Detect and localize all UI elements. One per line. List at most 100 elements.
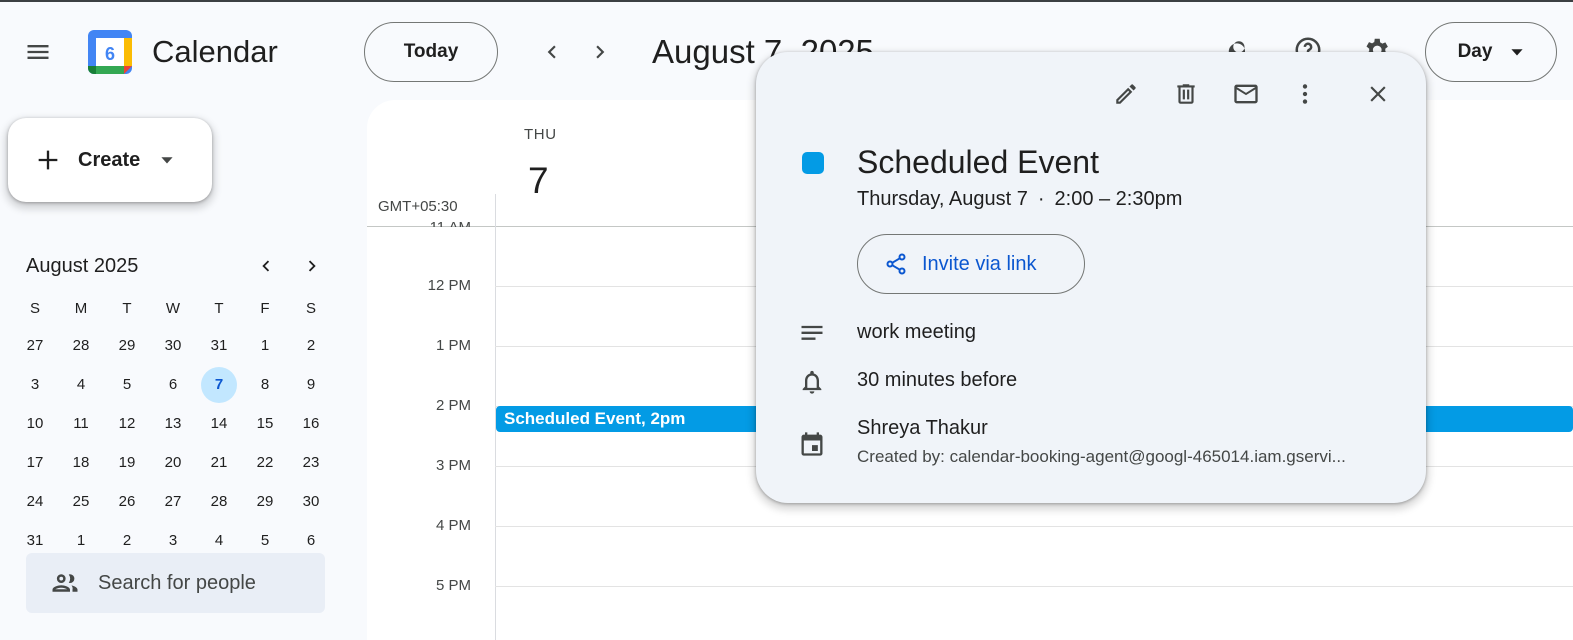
mini-calendar-day[interactable]: 17 [12,443,58,482]
mini-calendar-day-label: 28 [72,337,90,354]
more-options-button[interactable] [1285,74,1325,114]
today-button[interactable]: Today [364,22,498,82]
mini-calendar-day[interactable]: 30 [150,326,196,365]
close-popover-button[interactable] [1358,74,1398,114]
mini-calendar-day[interactable]: 24 [12,482,58,521]
mini-calendar-day[interactable]: 20 [150,443,196,482]
mini-calendar-day[interactable]: 4 [58,365,104,404]
main-menu-button[interactable] [14,28,62,76]
hour-gridline [495,586,1573,587]
mini-calendar-day-label: 20 [164,454,182,471]
mini-calendar-day[interactable]: 27 [150,482,196,521]
mini-calendar-day[interactable]: 3 [12,365,58,404]
mini-calendar-day[interactable]: 8 [242,365,288,404]
delete-event-button[interactable] [1166,74,1206,114]
mini-calendar-week: 17 18 19 20 21 22 23 [12,443,334,482]
day-number[interactable]: 7 [528,160,549,202]
mini-calendar-day-label: 17 [26,454,44,471]
mini-calendar-day-label: 23 [302,454,320,471]
event-chip-title: Scheduled Event, [504,409,646,428]
chevron-down-icon [161,157,173,164]
mini-calendar-day[interactable]: 31 [196,326,242,365]
event-reminder: 30 minutes before [857,369,1018,391]
share-icon [886,253,906,275]
mini-calendar-day-label: 27 [26,337,44,354]
timezone-label: GMT+05:30 [378,198,458,215]
calendar-icon [798,430,826,458]
mini-calendar-day[interactable]: 28 [58,326,104,365]
mini-calendar-day[interactable]: 6 [150,365,196,404]
chevron-left-icon [547,45,556,59]
mini-calendar-day[interactable]: 9 [288,365,334,404]
mini-calendar-day[interactable]: 11 [58,404,104,443]
mini-calendar-day-label: 31 [210,337,228,354]
mini-calendar-day[interactable]: 1 [242,326,288,365]
hour-label: 5 PM [435,577,471,594]
mini-calendar-day-label: 19 [118,454,136,471]
mini-calendar-day[interactable]: 30 [288,482,334,521]
mini-calendar-day-label: 8 [260,376,270,393]
mini-calendar-day-label: 24 [26,493,44,510]
chevron-down-icon [1511,49,1524,56]
more-vert-icon [1302,84,1308,104]
create-button[interactable]: Create [8,118,212,202]
hour-label: 4 PM [435,517,471,534]
mini-calendar-day[interactable]: 29 [242,482,288,521]
mini-calendar-day[interactable]: 27 [12,326,58,365]
mini-calendar-day-selected[interactable]: 7 [196,365,242,404]
mini-calendar-day[interactable]: 16 [288,404,334,443]
mini-calendar-day-label: 1 [260,337,270,354]
mini-calendar-day[interactable]: 21 [196,443,242,482]
mini-calendar-day[interactable]: 13 [150,404,196,443]
event-created-by: Created by: calendar-booking-agent@googl… [857,447,1346,466]
mini-calendar-day-label: 6 [168,376,178,393]
mini-calendar-day-label: 28 [210,493,228,510]
mini-calendar-day-label: 5 [122,376,132,393]
mini-calendar-day[interactable]: 5 [104,365,150,404]
mini-calendar-day-label: 30 [302,493,320,510]
mini-calendar-day[interactable]: 19 [104,443,150,482]
invite-via-link-button[interactable]: Invite via link [857,234,1085,294]
description-icon [798,320,826,348]
mini-calendar-prev-button[interactable] [252,252,280,280]
mini-calendar-day[interactable]: 15 [242,404,288,443]
mini-calendar-day[interactable]: 14 [196,404,242,443]
calendar-logo[interactable]: 6 [86,28,134,76]
mini-calendar-day[interactable]: 29 [104,326,150,365]
mini-calendar-day-label: 25 [72,493,90,510]
email-icon [1234,84,1258,104]
mini-calendar-day-label: 14 [210,415,228,432]
next-period-button[interactable] [578,30,622,74]
hour-label: 1 PM [435,337,471,354]
mini-calendar-day[interactable]: 25 [58,482,104,521]
hour-gridline [495,526,1573,527]
mini-calendar-next-button[interactable] [298,252,326,280]
edit-event-button[interactable] [1106,74,1146,114]
previous-period-button[interactable] [530,30,574,74]
event-datetime: Thursday, August 7 · 2:00 – 2:30pm [857,188,1182,211]
view-selector[interactable]: Day [1425,22,1557,82]
mini-calendar-week: 3 4 5 6 7 8 9 [12,365,334,404]
mini-calendar-day[interactable]: 22 [242,443,288,482]
search-for-people-placeholder: Search for people [98,571,256,594]
people-icon [52,574,78,592]
search-for-people-field[interactable]: Search for people [26,553,325,613]
mini-calendar-day[interactable]: 28 [196,482,242,521]
email-guests-button[interactable] [1226,74,1266,114]
mini-calendar-day-label: 10 [26,415,44,432]
mini-calendar-day-label: 2 [306,337,316,354]
mini-calendar-day[interactable]: 10 [12,404,58,443]
mini-calendar-grid: S M T W T F S 27 28 29 30 31 1 2 3 4 5 6 7 8 9 10 11 12 13 14 15 16… [12,290,334,560]
mini-calendar-day[interactable]: 18 [58,443,104,482]
menu-icon [27,45,49,59]
chevron-right-icon [308,260,316,272]
mini-calendar-day-label: 3 [30,376,40,393]
chevron-right-icon [596,45,605,59]
mini-calendar-dow-row: SMTWTFS [12,290,334,326]
mini-calendar-dow: T [122,299,132,317]
mini-calendar-day[interactable]: 23 [288,443,334,482]
mini-calendar-day[interactable]: 12 [104,404,150,443]
mini-calendar-day[interactable]: 2 [288,326,334,365]
mini-calendar-day[interactable]: 26 [104,482,150,521]
mini-calendar-dow: M [74,299,88,317]
